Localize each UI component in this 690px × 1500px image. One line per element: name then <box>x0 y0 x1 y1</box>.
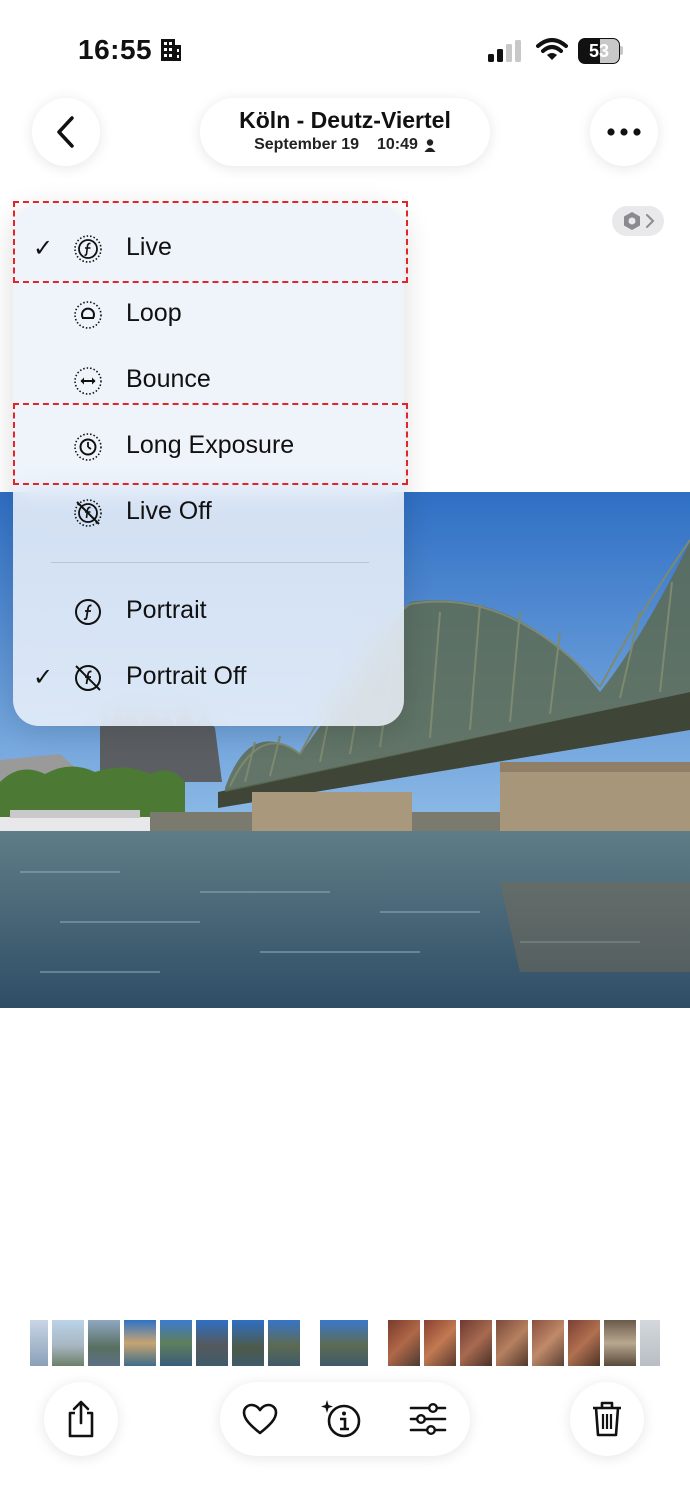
visual-lookup-icon <box>624 212 640 230</box>
menu-item-loop[interactable]: Loop <box>13 282 404 348</box>
info-sparkle-icon <box>321 1400 361 1438</box>
thumbnail[interactable] <box>88 1320 120 1366</box>
thumbnail[interactable] <box>232 1320 264 1366</box>
chevron-right-icon <box>646 214 655 228</box>
back-button[interactable] <box>32 98 100 166</box>
battery-percentage: 53 <box>588 41 610 61</box>
building-icon <box>160 38 182 67</box>
ellipsis-icon <box>607 128 641 136</box>
photo-date: September 19 <box>254 136 359 153</box>
thumbnail-strip[interactable] <box>30 1320 660 1366</box>
thumbnail[interactable] <box>160 1320 192 1366</box>
share-icon <box>68 1400 94 1438</box>
menu-item-label: Portrait Off <box>126 662 247 690</box>
menu-item-label: Bounce <box>126 365 211 393</box>
chevron-left-icon <box>57 116 74 148</box>
checkmark-icon: ✓ <box>33 664 54 691</box>
menu-divider <box>51 562 369 563</box>
menu-item-label: Live Off <box>126 497 212 525</box>
battery-indicator: 53 <box>578 38 624 64</box>
wifi-icon <box>536 38 568 67</box>
favorite-button[interactable] <box>238 1397 282 1441</box>
thumbnail[interactable] <box>460 1320 492 1366</box>
menu-item-label: Portrait <box>126 596 207 624</box>
thumbnail[interactable] <box>268 1320 300 1366</box>
thumbnail[interactable] <box>424 1320 456 1366</box>
trash-icon <box>593 1401 621 1437</box>
thumbnail[interactable] <box>568 1320 600 1366</box>
status-time: 16:55 <box>78 34 153 65</box>
photo-time: 10:49 <box>377 136 418 153</box>
thumbnail[interactable] <box>30 1320 48 1366</box>
edit-adjust-button[interactable] <box>406 1397 450 1441</box>
heart-icon <box>242 1403 278 1435</box>
thumbnail[interactable] <box>640 1320 660 1366</box>
share-button[interactable] <box>44 1382 118 1456</box>
portrait-off-icon <box>73 663 103 698</box>
highlight-box-live <box>13 201 408 283</box>
photo-date-line: September 19 10:49 <box>200 136 490 154</box>
thumbnail[interactable] <box>196 1320 228 1366</box>
loop-icon <box>73 300 103 335</box>
thumbnail[interactable] <box>604 1320 636 1366</box>
photo-title-pill[interactable]: Köln - Deutz-Viertel September 19 10:49 <box>200 98 490 166</box>
live-off-icon <box>73 498 103 533</box>
info-button[interactable] <box>320 1397 364 1441</box>
portrait-icon <box>73 597 103 632</box>
more-options-button[interactable] <box>590 98 658 166</box>
menu-item-live-off[interactable]: Live Off <box>13 480 404 546</box>
menu-item-label: Loop <box>126 299 182 327</box>
highlight-box-long-exposure <box>13 403 408 485</box>
delete-button[interactable] <box>570 1382 644 1456</box>
photo-actions-pill <box>220 1382 470 1456</box>
person-icon <box>424 138 436 152</box>
status-bar: 16:55 53 <box>0 0 690 100</box>
menu-item-portrait-off[interactable]: ✓ Portrait Off <box>13 645 404 711</box>
thumbnail[interactable] <box>124 1320 156 1366</box>
thumbnail[interactable] <box>388 1320 420 1366</box>
menu-item-portrait[interactable]: Portrait <box>13 579 404 645</box>
cellular-signal-icon <box>488 40 524 67</box>
visual-lookup-button[interactable] <box>612 206 664 236</box>
photo-location-title: Köln - Deutz-Viertel <box>239 107 451 133</box>
bounce-icon <box>73 366 103 401</box>
thumbnail[interactable] <box>52 1320 84 1366</box>
thumbnail[interactable] <box>532 1320 564 1366</box>
adjust-icon <box>409 1403 447 1436</box>
thumbnail-current[interactable] <box>320 1320 368 1366</box>
thumbnail[interactable] <box>496 1320 528 1366</box>
